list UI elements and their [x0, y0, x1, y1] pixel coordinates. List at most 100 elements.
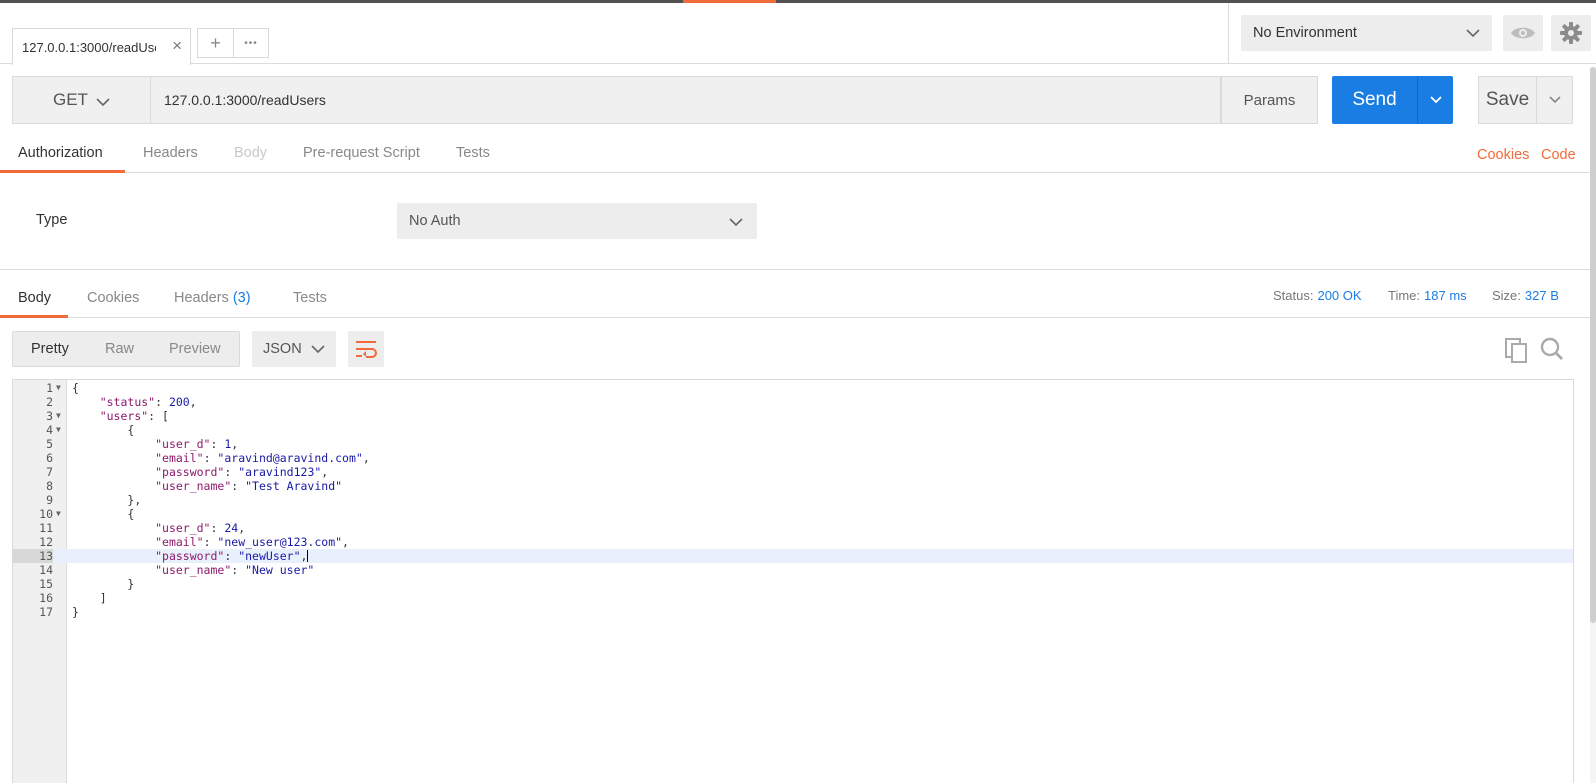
- response-body-editor[interactable]: 1 ▼{2 "status": 200, 3 ▼ "users": [4 ▼ {5 "u…: [12, 379, 1574, 783]
- page-scrollbar[interactable]: [1590, 67, 1596, 783]
- json-key: "email": [155, 535, 204, 549]
- json-string: "Test Aravind": [245, 479, 343, 493]
- save-button[interactable]: Save: [1478, 76, 1537, 124]
- json-punctuation: ,: [231, 437, 239, 451]
- line-number: 12: [39, 535, 53, 549]
- environment-select[interactable]: No Environment: [1241, 15, 1492, 51]
- line-number: 15: [39, 577, 53, 591]
- eye-icon: [1511, 27, 1535, 39]
- json-number: 24: [224, 521, 239, 535]
- line-number: 10: [39, 507, 53, 521]
- view-raw-button[interactable]: Raw: [105, 341, 134, 357]
- tab-actions: + •••: [197, 28, 269, 58]
- code-text: "email": "aravind@aravind.com",: [72, 451, 370, 465]
- json-key: "status": [99, 395, 156, 409]
- settings-button[interactable]: [1551, 15, 1591, 51]
- code-line: 4 ▼ {: [13, 423, 1573, 437]
- view-mode-group: Pretty Raw Preview: [12, 331, 240, 367]
- active-tab-indicator: [0, 170, 125, 173]
- params-button[interactable]: Params: [1221, 76, 1318, 124]
- response-size: Size: 327 B: [1492, 288, 1559, 303]
- response-tab-cookies[interactable]: Cookies: [87, 290, 139, 306]
- response-time: Time: 187 ms: [1388, 288, 1467, 303]
- tab-headers[interactable]: Headers: [143, 145, 198, 161]
- response-tabs: Body Cookies Headers (3) Tests Status: 20…: [0, 280, 1590, 318]
- json-punctuation: :: [210, 521, 225, 535]
- json-punctuation: {: [72, 381, 79, 395]
- response-format-select[interactable]: JSON: [252, 331, 336, 367]
- json-key: "user_d": [155, 521, 211, 535]
- fold-arrow-icon[interactable]: ▼: [56, 507, 61, 521]
- tab-authorization[interactable]: Authorization: [18, 145, 103, 161]
- json-string: "new_user@123.com": [217, 535, 343, 549]
- view-pretty-button[interactable]: Pretty: [31, 341, 69, 357]
- code-line: 17}: [13, 605, 1573, 619]
- json-punctuation: {: [127, 507, 135, 521]
- environment-quick-look-button[interactable]: [1503, 15, 1543, 51]
- tab-pre-request-script[interactable]: Pre-request Script: [303, 145, 420, 161]
- code-text: {: [72, 507, 134, 521]
- line-number: 11: [39, 521, 53, 535]
- code-line: 8 "user_name": "Test Aravind": [13, 479, 1573, 493]
- json-punctuation: ,: [238, 521, 246, 535]
- json-punctuation: ,: [300, 549, 308, 563]
- json-punctuation: :: [210, 437, 225, 451]
- code-text: "user_d": 24,: [72, 521, 245, 535]
- code-line: 15 }: [13, 577, 1573, 591]
- auth-type-select[interactable]: No Auth: [397, 203, 757, 239]
- code-text: "user_name": "New user": [72, 563, 314, 577]
- line-number: 5: [46, 437, 53, 451]
- status-value: 200 OK: [1317, 288, 1362, 303]
- json-punctuation: {: [127, 423, 135, 437]
- search-response-button[interactable]: [1540, 337, 1564, 364]
- tab-tests[interactable]: Tests: [456, 145, 490, 161]
- code-line: 11 "user_d": 24,: [13, 521, 1573, 535]
- code-text: {: [72, 381, 79, 395]
- code-line: 10 ▼ {: [13, 507, 1573, 521]
- copy-response-button[interactable]: [1504, 337, 1528, 366]
- request-tab[interactable]: 127.0.0.1:3000/readUsers ×: [12, 28, 191, 65]
- json-punctuation: ,: [189, 395, 197, 409]
- send-options-button[interactable]: [1417, 76, 1453, 124]
- cookies-link[interactable]: Cookies: [1477, 147, 1529, 163]
- method-select[interactable]: GET: [12, 76, 151, 124]
- save-options-button[interactable]: [1537, 76, 1573, 124]
- line-number: 16: [39, 591, 53, 605]
- url-input[interactable]: [151, 76, 1221, 124]
- line-number: 9: [46, 493, 53, 507]
- response-tab-body[interactable]: Body: [18, 290, 51, 306]
- tab-body[interactable]: Body: [234, 145, 267, 161]
- active-response-tab-indicator: [0, 315, 68, 318]
- close-tab-icon[interactable]: ×: [172, 37, 182, 55]
- size-value: 327 B: [1524, 288, 1559, 303]
- more-tabs-button[interactable]: •••: [232, 29, 268, 57]
- code-line: 16 ]: [13, 591, 1573, 605]
- method-label: GET: [53, 90, 88, 109]
- response-tab-headers[interactable]: Headers (3): [174, 290, 251, 306]
- view-preview-button[interactable]: Preview: [169, 341, 221, 357]
- response-tab-tests[interactable]: Tests: [293, 290, 327, 306]
- scrollbar-thumb[interactable]: [1590, 67, 1596, 623]
- json-key: "user_name": [155, 563, 232, 577]
- code-text: "users": [: [72, 409, 169, 423]
- new-tab-button[interactable]: +: [198, 29, 233, 57]
- fold-arrow-icon[interactable]: ▼: [56, 423, 61, 437]
- json-punctuation: ,: [342, 535, 349, 549]
- line-number: 3: [46, 409, 53, 423]
- request-tab-label: 127.0.0.1:3000/readUsers: [22, 39, 156, 55]
- send-button[interactable]: Send: [1332, 76, 1417, 124]
- code-line: 3 ▼ "users": [: [13, 409, 1573, 423]
- response-format-label: JSON: [263, 341, 302, 357]
- fold-arrow-icon[interactable]: ▼: [56, 409, 61, 423]
- wrap-lines-button[interactable]: [348, 331, 384, 367]
- code-line: 5 "user_d": 1,: [13, 437, 1573, 451]
- code-line: 13 "password": "newUser",: [13, 549, 1573, 563]
- fold-arrow-icon[interactable]: ▼: [56, 381, 61, 395]
- line-number: 17: [39, 605, 53, 619]
- code-link[interactable]: Code: [1541, 147, 1576, 163]
- json-punctuation: :: [203, 451, 218, 465]
- environment-area: No Environment: [1228, 3, 1596, 64]
- text-cursor: [307, 550, 309, 562]
- json-punctuation: :: [224, 549, 239, 563]
- code-line: 12 "email": "new_user@123.com",: [13, 535, 1573, 549]
